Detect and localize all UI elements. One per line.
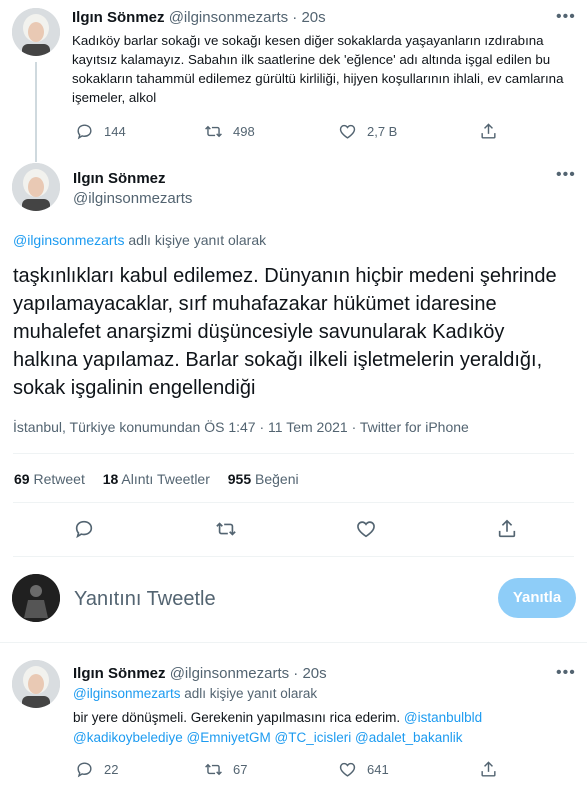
mention[interactable]: @EmniyetGM xyxy=(187,730,271,745)
separator: · xyxy=(293,665,299,682)
like-stat-label: Beğeni xyxy=(255,471,299,487)
reply-icon xyxy=(77,762,92,778)
handle[interactable]: @ilginsonmezarts xyxy=(73,190,192,207)
display-name[interactable]: Ilgın Sönmez xyxy=(73,665,166,682)
reply-to-mention[interactable]: @ilginsonmezarts xyxy=(13,232,124,248)
like-button[interactable]: 641 xyxy=(338,760,389,779)
reply-to-mention[interactable]: @ilginsonmezarts xyxy=(73,686,181,701)
reply-submit-button[interactable]: Yanıtla xyxy=(498,578,576,618)
quote-stat-label: Alıntı Tweetler xyxy=(121,471,210,487)
like-count: 2,7 B xyxy=(367,124,398,139)
tweet-text: taşkınlıkları kabul edilemez. Dünyanın h… xyxy=(13,265,557,399)
like-icon xyxy=(339,124,356,139)
reply-count: 22 xyxy=(104,762,119,777)
retweet-button[interactable]: 67 xyxy=(204,760,247,779)
tweet-stats: 69 Retweet 18 Alıntı Tweetler 955 Beğeni xyxy=(14,471,299,487)
retweet-stat-label: Retweet xyxy=(33,471,85,487)
mention[interactable]: @TC_icisleri xyxy=(275,730,352,745)
share-icon xyxy=(481,123,496,139)
retweet-icon xyxy=(205,125,222,138)
handle[interactable]: @ilginsonmezarts xyxy=(169,9,288,26)
quote-stat-count: 18 xyxy=(102,471,119,487)
avatar[interactable] xyxy=(12,8,60,56)
like-icon xyxy=(357,521,375,538)
tweet-text: bir yere dönüşmeli. Gerekenin yapılmasın… xyxy=(73,708,543,748)
more-icon[interactable]: ••• xyxy=(556,665,576,681)
display-name[interactable]: Ilgın Sönmez xyxy=(72,9,165,26)
timestamp[interactable]: 20s xyxy=(301,9,325,26)
timestamp[interactable]: 20s xyxy=(302,665,326,682)
retweet-icon xyxy=(205,763,222,776)
retweet-button[interactable] xyxy=(215,518,237,540)
mention[interactable]: @adalet_bakanlik xyxy=(355,730,463,745)
reply-button[interactable]: 22 xyxy=(75,760,118,779)
retweet-count: 498 xyxy=(233,124,255,139)
like-stat-count: 955 xyxy=(227,471,252,487)
retweet-icon xyxy=(216,522,236,536)
like-stat[interactable]: 955 Beğeni xyxy=(228,471,299,487)
like-button[interactable]: 2,7 B xyxy=(338,122,397,141)
share-button[interactable] xyxy=(496,518,518,540)
divider xyxy=(0,642,587,643)
thread-line xyxy=(35,62,37,162)
user-avatar[interactable] xyxy=(12,574,60,622)
share-button[interactable] xyxy=(479,122,498,141)
reply-button[interactable] xyxy=(73,518,95,540)
reply-to-suffix: adlı kişiye yanıt olarak xyxy=(128,232,267,248)
reply-count: 144 xyxy=(104,124,126,139)
meta-dot: · xyxy=(351,419,357,435)
share-button[interactable] xyxy=(479,760,498,779)
reply-context: @ilginsonmezarts adlı kişiye yanıt olara… xyxy=(73,686,317,701)
meta-time[interactable]: ÖS 1:47 xyxy=(204,419,255,435)
handle[interactable]: @ilginsonmezarts xyxy=(170,665,289,682)
divider xyxy=(13,453,574,454)
separator: · xyxy=(292,9,298,26)
retweet-stat-count: 69 xyxy=(14,471,30,487)
share-icon xyxy=(498,519,516,538)
reply-to-suffix: adlı kişiye yanıt olarak xyxy=(184,686,318,701)
tweet-text: Kadıköy barlar sokağı ve sokağı kesen di… xyxy=(72,33,564,105)
divider xyxy=(13,556,574,557)
retweet-stat[interactable]: 69 Retweet xyxy=(14,471,89,487)
avatar[interactable] xyxy=(12,660,60,708)
reply-icon xyxy=(75,520,93,539)
tweet-text-plain: bir yere dönüşmeli. Gerekenin yapılmasın… xyxy=(73,710,401,725)
meta-location[interactable]: İstanbul, Türkiye konumundan xyxy=(13,419,200,435)
quote-stat[interactable]: 18 Alıntı Tweetler xyxy=(103,471,214,487)
meta-source[interactable]: Twitter for iPhone xyxy=(360,419,469,435)
reply-button[interactable]: 144 xyxy=(75,122,126,141)
display-name[interactable]: Ilgın Sönmez xyxy=(73,170,166,187)
mention[interactable]: @kadikoybelediye xyxy=(73,730,183,745)
more-icon[interactable]: ••• xyxy=(556,167,576,183)
reply-icon xyxy=(77,124,92,140)
divider xyxy=(13,502,574,503)
more-icon[interactable]: ••• xyxy=(556,9,576,25)
avatar[interactable] xyxy=(12,163,60,211)
retweet-count: 67 xyxy=(233,762,248,777)
like-button[interactable] xyxy=(355,518,377,540)
meta-date[interactable]: 11 Tem 2021 xyxy=(268,419,348,435)
reply-input[interactable]: Yanıtını Tweetle xyxy=(74,586,474,612)
like-icon xyxy=(339,762,356,777)
share-icon xyxy=(481,761,496,777)
mention[interactable]: @istanbulbld xyxy=(404,710,482,725)
retweet-button[interactable]: 498 xyxy=(204,122,255,141)
meta-dot: · xyxy=(259,419,265,435)
like-count: 641 xyxy=(367,762,389,777)
reply-context: @ilginsonmezarts adlı kişiye yanıt olara… xyxy=(13,232,266,248)
tweet-meta: İstanbul, Türkiye konumundan ÖS 1:47 · 1… xyxy=(13,419,469,435)
